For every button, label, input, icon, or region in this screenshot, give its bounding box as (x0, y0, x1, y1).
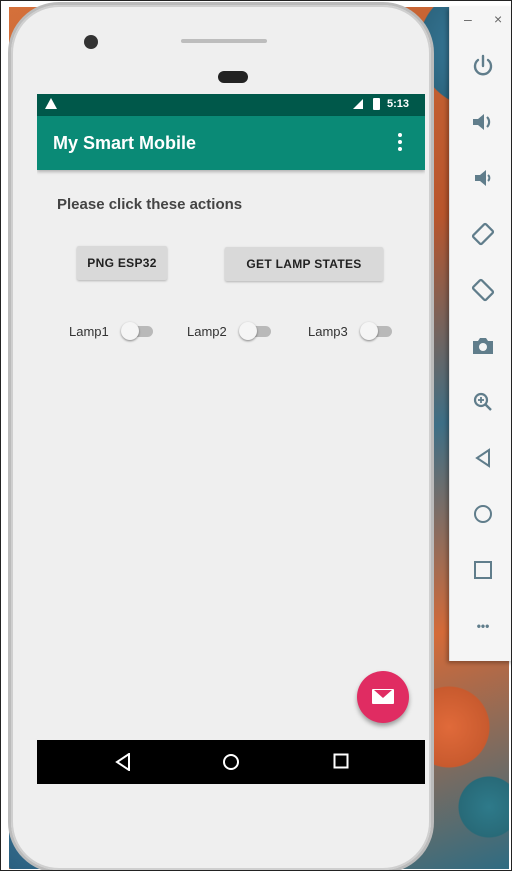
camera-icon[interactable] (470, 333, 496, 359)
status-time: 5:13 (387, 98, 410, 110)
battery-icon (373, 98, 380, 110)
lamp2-label: Lamp2 (187, 324, 227, 339)
lamp3-label: Lamp3 (308, 324, 348, 339)
status-bar: 5:13 (37, 94, 425, 116)
rotate-right-icon[interactable] (470, 277, 496, 303)
lamp2-switch-thumb[interactable] (239, 322, 257, 340)
screenshot-frame: 5:13 My Smart Mobile Please click these … (0, 0, 512, 871)
instructions-heading: Please click these actions (57, 196, 243, 213)
earpiece-speaker (181, 39, 267, 43)
signal-icon (353, 99, 363, 109)
app-title: My Smart Mobile (53, 133, 197, 153)
rotate-left-icon[interactable] (470, 221, 496, 247)
nav-overview-icon[interactable] (333, 753, 349, 774)
lamp1-switch-thumb[interactable] (121, 322, 139, 340)
nav-back-icon[interactable] (115, 752, 131, 776)
envelope-icon (372, 689, 394, 704)
main-content: Please click these actions PNG ESP32 GET… (37, 170, 425, 740)
email-fab-button[interactable] (357, 671, 409, 723)
phone-emulator: 5:13 My Smart Mobile Please click these … (11, 5, 431, 870)
lamp3-switch-thumb[interactable] (360, 322, 378, 340)
close-button[interactable]: × (494, 11, 502, 27)
back-icon[interactable] (470, 445, 496, 471)
ping-esp32-button[interactable]: PNG ESP32 (77, 246, 167, 280)
overview-icon[interactable] (470, 557, 496, 583)
phone-screen: 5:13 My Smart Mobile Please click these … (37, 94, 425, 784)
power-icon[interactable] (470, 53, 496, 79)
emulator-toolbar: – × ••• (449, 7, 511, 661)
volume-down-icon[interactable] (470, 165, 496, 191)
navigation-bar (37, 740, 425, 784)
get-lamp-states-button[interactable]: GET LAMP STATES (225, 247, 383, 281)
front-camera (84, 35, 98, 49)
home-icon[interactable] (470, 501, 496, 527)
zoom-icon[interactable] (470, 389, 496, 415)
more-icon[interactable]: ••• (470, 613, 496, 639)
nav-home-icon[interactable] (222, 753, 240, 776)
warning-icon (45, 98, 57, 109)
proximity-sensor (218, 71, 248, 83)
overflow-menu-icon[interactable] (397, 133, 403, 155)
app-bar: My Smart Mobile (37, 116, 425, 170)
lamp1-label: Lamp1 (69, 324, 109, 339)
minimize-button[interactable]: – (464, 11, 472, 27)
volume-up-icon[interactable] (470, 109, 496, 135)
